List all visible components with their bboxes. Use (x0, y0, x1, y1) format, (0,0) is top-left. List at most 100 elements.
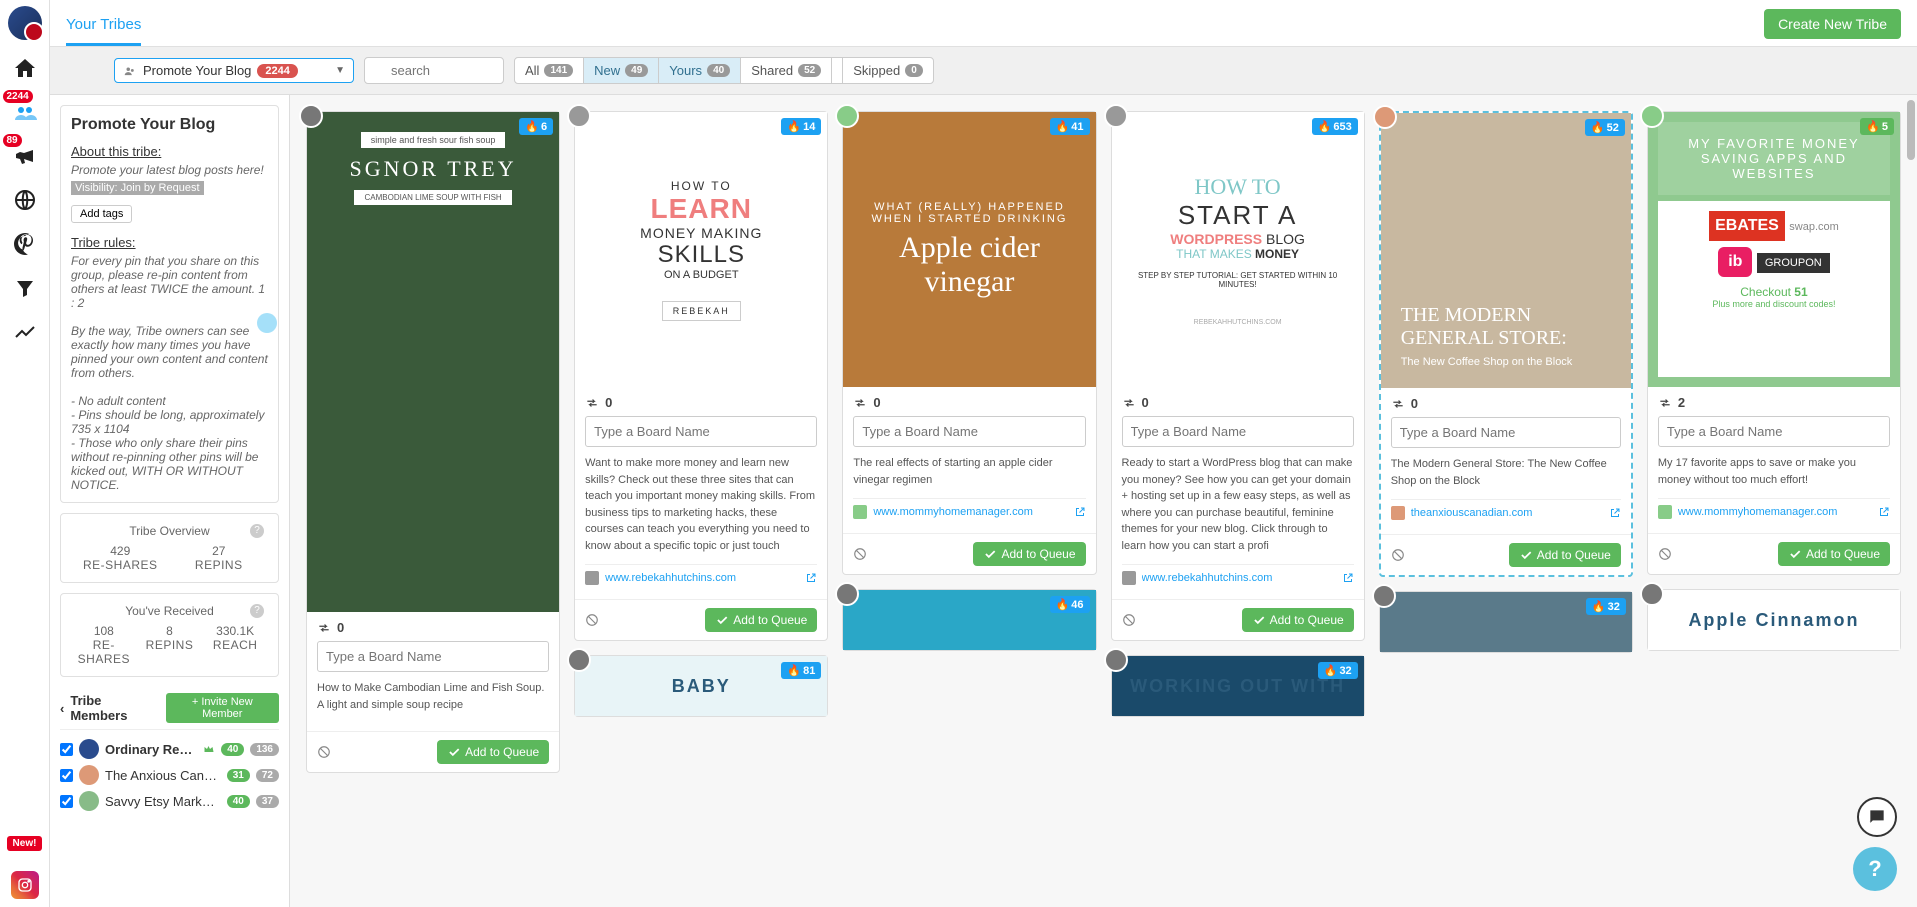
pin-card: 🔥653 HOW TOSTART AWORDPRESS BLOGTHAT MAK… (1111, 111, 1365, 641)
pin-image[interactable]: WHAT (REALLY) HAPPENED WHEN I STARTED DR… (843, 112, 1095, 387)
external-link-icon[interactable] (1878, 506, 1890, 518)
external-link-icon[interactable] (1609, 507, 1621, 519)
pin-description: The real effects of starting an apple ci… (853, 455, 1085, 488)
author-avatar[interactable] (1372, 584, 1396, 608)
tribes-badge: 2244 (3, 90, 33, 103)
fire-badge: 🔥6 (519, 118, 553, 135)
pin-card: 🔥81 BABY (574, 655, 828, 717)
announce-icon[interactable]: 89 (9, 140, 41, 172)
help-button[interactable]: ? (1853, 847, 1897, 891)
new-badge: New! (7, 836, 43, 851)
home-icon[interactable] (9, 52, 41, 84)
pin-card: 🔥41 WHAT (REALLY) HAPPENED WHEN I STARTE… (842, 111, 1096, 575)
author-avatar[interactable] (1373, 105, 1397, 129)
author-avatar[interactable] (1640, 104, 1664, 128)
board-input[interactable] (1391, 417, 1621, 448)
tribe-icon-small (123, 64, 137, 78)
pin-image[interactable]: Apple Cinnamon (1648, 590, 1900, 650)
pin-image[interactable]: HOW TOLEARNMONEY MAKINGSKILLSON A BUDGET… (575, 112, 827, 387)
instagram-icon[interactable] (11, 871, 39, 899)
source-link[interactable]: www.rebekahhutchins.com (605, 572, 799, 584)
globe-icon[interactable] (9, 184, 41, 216)
fire-badge: 🔥41 (1050, 118, 1090, 135)
member-row[interactable]: Ordinary Reviews 40 136 (60, 736, 279, 762)
member-count-a: 40 (221, 743, 244, 756)
pill-all[interactable]: All141 (515, 58, 584, 83)
pill-skipped[interactable]: Skipped0 (842, 58, 933, 83)
pin-image[interactable]: THE MODERN GENERAL STORE:The New Coffee … (1381, 113, 1631, 388)
external-link-icon[interactable] (1342, 572, 1354, 584)
author-avatar[interactable] (1104, 648, 1128, 672)
member-name: Savvy Etsy Marketer (105, 794, 221, 809)
pill-yours[interactable]: Yours40 (659, 58, 741, 83)
pin-image[interactable]: HOW TOSTART AWORDPRESS BLOGTHAT MAKES MO… (1112, 112, 1364, 387)
tribe-select-count: 2244 (257, 64, 297, 78)
fire-badge: 🔥32 (1318, 662, 1358, 679)
board-input[interactable] (1658, 416, 1890, 447)
block-icon[interactable] (317, 745, 331, 759)
board-input[interactable] (585, 416, 817, 447)
source-link[interactable]: theanxiouscanadian.com (1411, 507, 1603, 519)
source-link[interactable]: www.rebekahhutchins.com (1142, 572, 1336, 584)
pin-description: How to Make Cambodian Lime and Fish Soup… (317, 680, 549, 713)
author-avatar[interactable] (567, 648, 591, 672)
source-link[interactable]: www.mommyhomemanager.com (873, 506, 1067, 518)
member-count-b: 37 (256, 795, 279, 808)
pin-image[interactable]: MY FAVORITE MONEY SAVING APPS AND WEBSIT… (1648, 112, 1900, 387)
author-avatar[interactable] (299, 104, 323, 128)
repin-count: 2 (1658, 395, 1890, 410)
chevron-left-icon[interactable]: ‹ (60, 701, 64, 716)
block-icon[interactable] (585, 613, 599, 627)
add-to-queue-button[interactable]: Add to Queue (973, 542, 1085, 566)
tribes-icon[interactable]: 2244 (9, 96, 41, 128)
scrollbar[interactable] (1907, 100, 1915, 160)
author-avatar[interactable] (1104, 104, 1128, 128)
pinterest-icon[interactable] (9, 228, 41, 260)
chat-button[interactable] (1857, 797, 1897, 837)
member-row[interactable]: The Anxious Cana… 31 72 (60, 762, 279, 788)
source-avatar (1391, 506, 1405, 520)
block-icon[interactable] (1122, 613, 1136, 627)
add-tags-button[interactable]: Add tags (71, 205, 132, 223)
pin-image[interactable]: simple and fresh sour fish soupSGNOR TRE… (307, 112, 559, 612)
trends-icon[interactable] (9, 316, 41, 348)
author-avatar[interactable] (567, 104, 591, 128)
fire-badge: 🔥46 (1050, 596, 1090, 613)
pin-card: 🔥14 HOW TOLEARNMONEY MAKINGSKILLSON A BU… (574, 111, 828, 641)
search-input[interactable] (364, 57, 504, 84)
filter-pills: All141 New49 Yours40 Shared52 Skipped0 (514, 57, 934, 84)
help-icon[interactable]: ? (250, 524, 264, 538)
board-input[interactable] (853, 416, 1085, 447)
feed: 🔥6 simple and fresh sour fish soupSGNOR … (290, 95, 1917, 907)
board-input[interactable] (317, 641, 549, 672)
repin-icon (853, 396, 867, 410)
block-icon[interactable] (853, 547, 867, 561)
pill-new[interactable]: New49 (584, 58, 659, 83)
tab-your-tribes[interactable]: Your Tribes (66, 8, 141, 46)
member-checkbox[interactable] (60, 795, 73, 808)
filter-icon[interactable] (9, 272, 41, 304)
member-checkbox[interactable] (60, 743, 73, 756)
add-to-queue-button[interactable]: Add to Queue (1242, 608, 1354, 632)
create-tribe-button[interactable]: Create New Tribe (1764, 9, 1901, 39)
source-avatar (585, 571, 599, 585)
source-link[interactable]: www.mommyhomemanager.com (1678, 506, 1872, 518)
block-icon[interactable] (1391, 548, 1405, 562)
add-to-queue-button[interactable]: Add to Queue (1509, 543, 1621, 567)
member-row[interactable]: Savvy Etsy Marketer 40 37 (60, 788, 279, 814)
external-link-icon[interactable] (1074, 506, 1086, 518)
pin-card: 🔥6 simple and fresh sour fish soupSGNOR … (306, 111, 560, 773)
block-icon[interactable] (1658, 547, 1672, 561)
tribe-selector[interactable]: Promote Your Blog 2244 ▼ (114, 58, 354, 83)
add-to-queue-button[interactable]: Add to Queue (1778, 542, 1890, 566)
author-avatar[interactable] (1640, 582, 1664, 606)
pill-shared[interactable]: Shared52 (741, 58, 832, 83)
add-to-queue-button[interactable]: Add to Queue (705, 608, 817, 632)
member-checkbox[interactable] (60, 769, 73, 782)
external-link-icon[interactable] (805, 572, 817, 584)
invite-button[interactable]: + Invite New Member (166, 693, 279, 723)
board-input[interactable] (1122, 416, 1354, 447)
profile-avatar[interactable] (8, 6, 42, 40)
help-icon[interactable]: ? (250, 604, 264, 618)
add-to-queue-button[interactable]: Add to Queue (437, 740, 549, 764)
